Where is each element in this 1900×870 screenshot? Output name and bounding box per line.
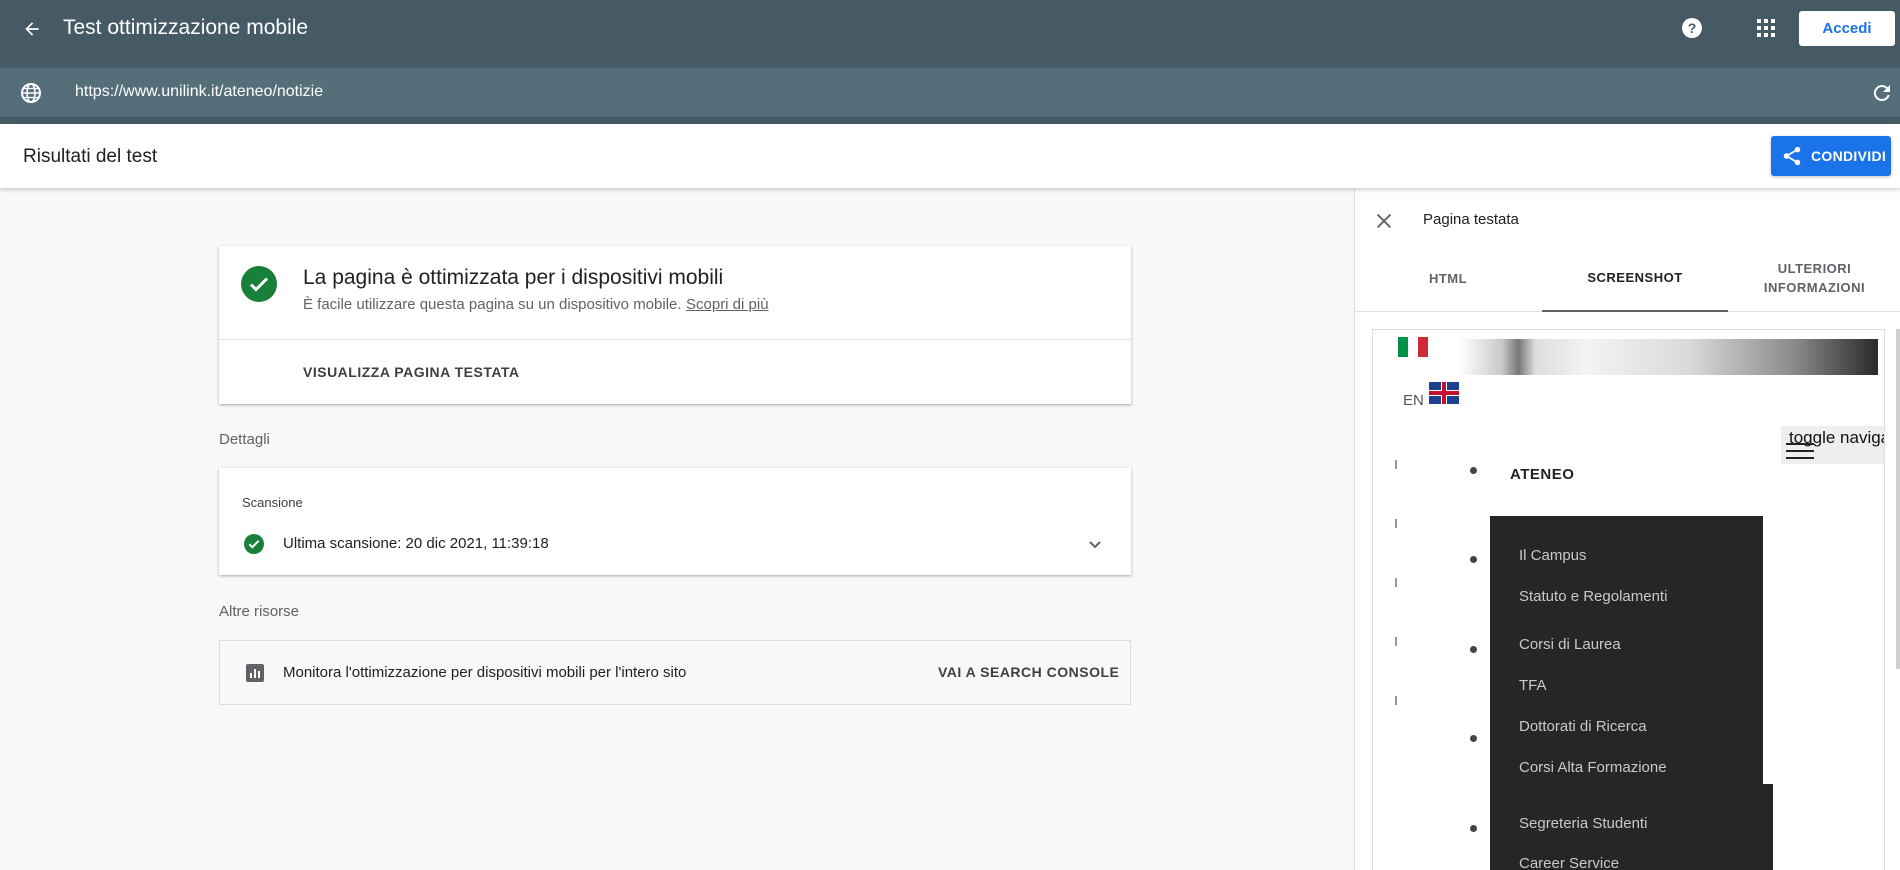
check-circle-icon <box>244 534 264 554</box>
reload-icon[interactable] <box>1870 81 1894 105</box>
hamburger-icon[interactable] <box>1786 443 1814 463</box>
apps-button[interactable] <box>1755 17 1777 39</box>
divider <box>1395 637 1397 646</box>
nav-ateneo[interactable]: ATENEO <box>1510 466 1574 483</box>
result-heading: La pagina è ottimizzata per i dispositiv… <box>303 266 724 289</box>
search-console-link[interactable]: VAI A SEARCH CONSOLE <box>938 664 1119 680</box>
results-title: Risultati del test <box>23 146 158 167</box>
back-arrow-icon <box>25 22 39 36</box>
list-bullet <box>1470 556 1477 563</box>
resource-text: Monitora l'ottimizzazione per dispositiv… <box>283 664 687 681</box>
help-icon: ? <box>1682 18 1702 38</box>
resource-card: Monitora l'ottimizzazione per dispositiv… <box>219 640 1131 705</box>
divider <box>1395 519 1397 528</box>
other-resources-label: Altre risorse <box>219 603 300 620</box>
scrollbar[interactable] <box>1896 329 1900 669</box>
svg-text:?: ? <box>1688 20 1697 36</box>
result-card: La pagina è ottimizzata per i dispositiv… <box>219 246 1131 404</box>
scan-card[interactable]: Scansione Ultima scansione: 20 dic 2021,… <box>219 468 1131 575</box>
panel-tabs: HTML SCREENSHOT ULTERIORI INFORMAZIONI <box>1355 244 1900 312</box>
view-tested-page-button[interactable]: VISUALIZZA PAGINA TESTATA <box>303 364 520 380</box>
last-scan-text: Ultima scansione: 20 dic 2021, 11:39:18 <box>283 535 549 552</box>
details-label: Dettagli <box>219 431 270 448</box>
login-button[interactable]: Accedi <box>1799 11 1895 46</box>
divider <box>1395 578 1397 587</box>
menu-item[interactable]: Corsi Alta Formazione <box>1519 759 1667 776</box>
divider <box>1395 460 1397 469</box>
share-label: CONDIVIDI <box>1811 148 1887 164</box>
scan-title: Scansione <box>242 495 303 510</box>
tested-page-panel: Pagina testata HTML SCREENSHOT ULTERIORI… <box>1354 188 1900 870</box>
panel-title: Pagina testata <box>1423 211 1519 228</box>
url-field[interactable]: https://www.unilink.it/ateneo/notizie <box>75 83 323 101</box>
header-banner-image <box>1460 339 1878 375</box>
tab-screenshot[interactable]: SCREENSHOT <box>1542 244 1728 312</box>
tab-html[interactable]: HTML <box>1355 244 1541 312</box>
language-en[interactable]: EN <box>1403 392 1424 409</box>
menu-item[interactable]: Il Campus <box>1519 547 1587 564</box>
close-icon[interactable] <box>1373 210 1395 232</box>
check-circle-icon <box>241 266 277 302</box>
back-button[interactable] <box>19 16 45 42</box>
app-title: Test ottimizzazione mobile <box>63 16 309 39</box>
result-subtitle: È facile utilizzare questa pagina su un … <box>303 296 682 313</box>
menu-item[interactable]: Corsi di Laurea <box>1519 636 1621 653</box>
chevron-down-icon[interactable] <box>1083 532 1107 556</box>
page-screenshot: EN toggle naviga ATENEO Il Campus Statut… <box>1372 329 1885 870</box>
app-bar: Test ottimizzazione mobile ? Accedi http… <box>0 0 1900 124</box>
share-button[interactable]: CONDIVIDI <box>1771 136 1891 176</box>
list-bullet <box>1470 467 1477 474</box>
tab-more-info[interactable]: ULTERIORI INFORMAZIONI <box>1728 244 1900 312</box>
learn-more-link[interactable]: Scopri di più <box>686 296 769 313</box>
help-button[interactable]: ? <box>1680 16 1704 40</box>
share-icon <box>1783 146 1801 166</box>
apps-grid-icon <box>1757 19 1775 37</box>
bar-chart-icon <box>246 664 264 682</box>
list-bullet <box>1470 646 1477 653</box>
menu-item[interactable]: Career Service <box>1519 855 1619 870</box>
menu-item[interactable]: TFA <box>1519 677 1547 694</box>
url-bar[interactable]: https://www.unilink.it/ateneo/notizie <box>0 68 1900 117</box>
divider <box>219 339 1131 340</box>
italian-flag-icon[interactable] <box>1398 337 1428 357</box>
results-header: Risultati del test CONDIVIDI <box>0 124 1900 188</box>
menu-item[interactable]: Segreteria Studenti <box>1519 815 1647 832</box>
divider <box>1395 696 1397 705</box>
globe-icon <box>21 83 41 103</box>
menu-item[interactable]: Statuto e Regolamenti <box>1519 588 1667 605</box>
menu-item[interactable]: Dottorati di Ricerca <box>1519 718 1647 735</box>
uk-flag-icon[interactable] <box>1429 382 1459 404</box>
list-bullet <box>1470 735 1477 742</box>
list-bullet <box>1470 825 1477 832</box>
